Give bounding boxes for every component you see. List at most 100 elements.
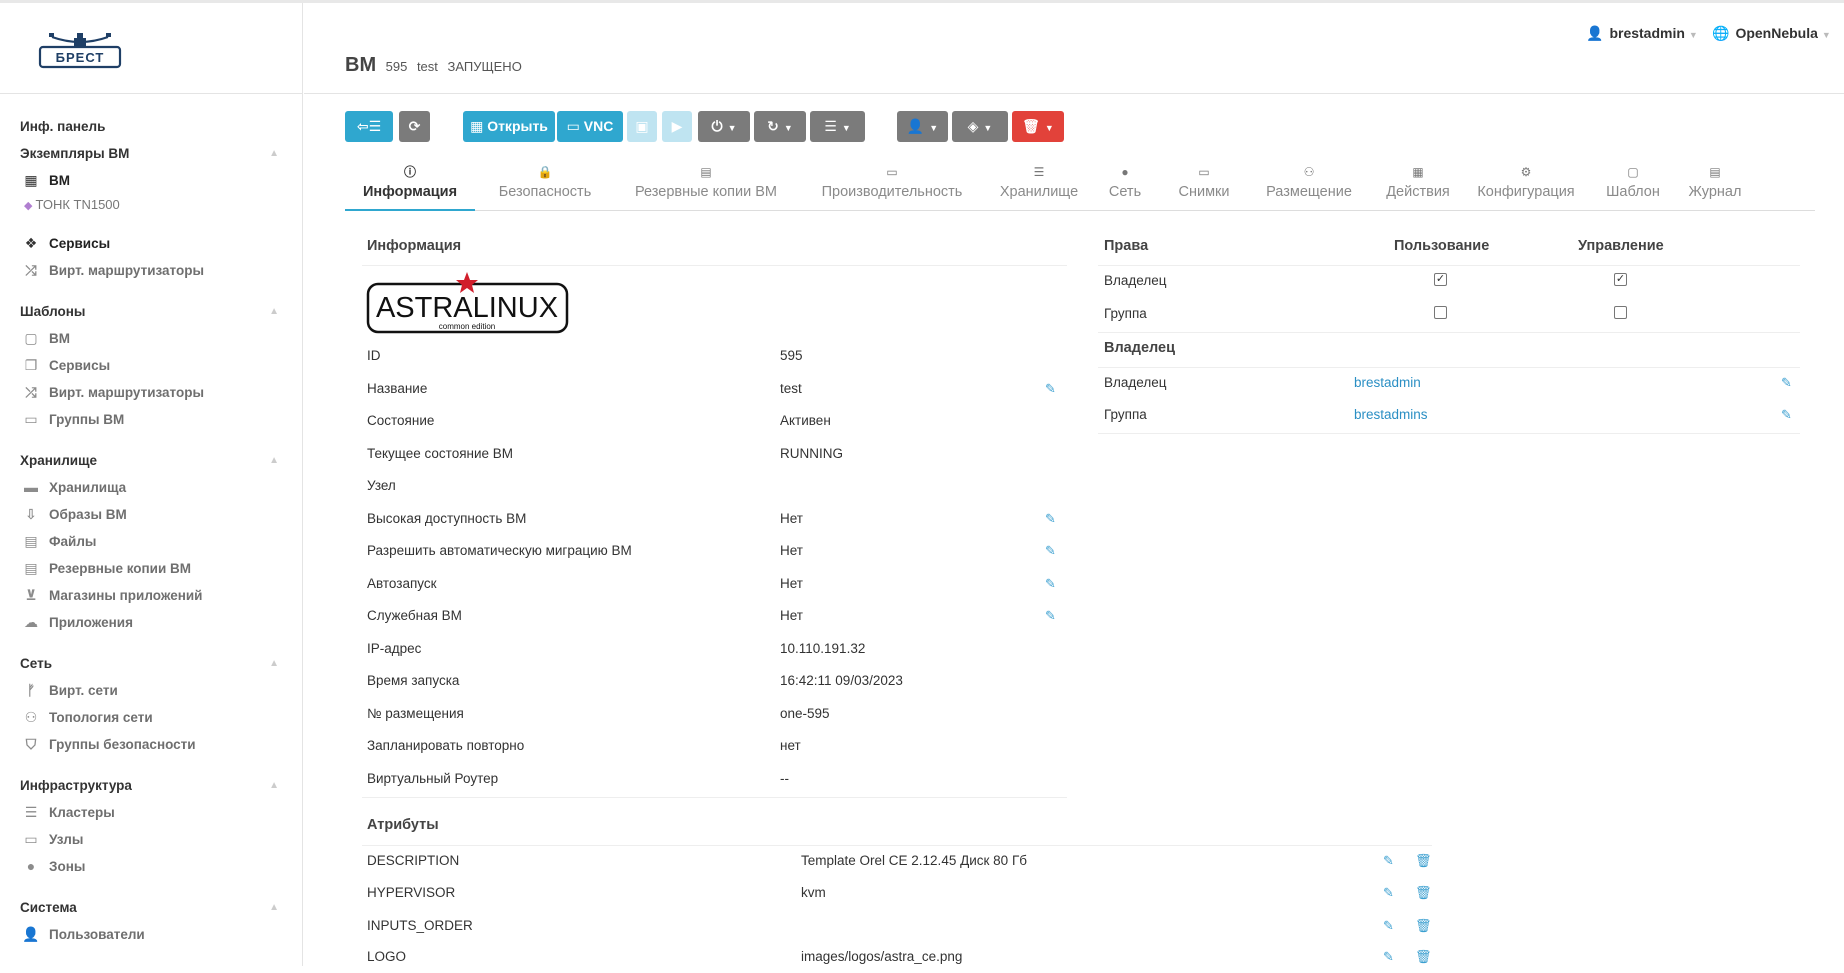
row-key: HYPERVISOR — [367, 885, 456, 900]
trash-icon[interactable]: 🗑 — [1415, 941, 1432, 973]
sidebar-item-services[interactable]: ❖ Сервисы — [20, 230, 283, 257]
edit-icon[interactable]: ✎ — [1383, 941, 1394, 973]
page-title: ВМ 595 test ЗАПУЩЕНО — [345, 54, 522, 77]
label: Топология сети — [49, 710, 153, 725]
sidebar-item-tpl-services[interactable]: ❐ Сервисы — [20, 352, 283, 379]
sidebar-item-tpl-vm[interactable]: ▢ ВМ — [20, 325, 283, 352]
sidebar-section-vm-instances[interactable]: Экземпляры ВМ ▲ — [20, 140, 283, 167]
owner-manage-checkbox[interactable]: ✓ — [1614, 273, 1627, 286]
zone-menu[interactable]: 🌐 OpenNebula ▼ — [1712, 25, 1831, 42]
trash-icon[interactable]: 🗑 — [1415, 910, 1432, 942]
edit-icon[interactable]: ✎ — [1045, 568, 1056, 600]
tab-network[interactable]: ● Сеть — [1090, 164, 1160, 211]
sidebar-item-hosts[interactable]: ▭ Узлы — [20, 826, 283, 853]
sidebar-item-vm[interactable]: ▦ ВМ — [20, 167, 283, 194]
reboot-button[interactable]: ↻ ▼ — [754, 111, 806, 142]
cubes-icon: ❖ — [24, 235, 38, 251]
perm-row-owner: Владелец — [1104, 265, 1804, 297]
label: Вирт. маршрутизаторы — [49, 263, 205, 278]
sidebar-item-backups[interactable]: ▤ Резервные копии ВМ — [20, 555, 283, 582]
zone-name: OpenNebula — [1735, 25, 1818, 41]
row-value: Нет — [780, 543, 803, 558]
chevron-up-icon: ▲ — [269, 455, 279, 466]
back-button[interactable]: ⇦☰ — [345, 111, 393, 142]
vnc-button[interactable]: ▭ VNC — [557, 111, 623, 142]
sidebar-section-infrastructure[interactable]: Инфраструктура ▲ — [20, 772, 283, 799]
delete-button[interactable]: 🗑 ▼ — [1012, 111, 1064, 142]
sidebar-item-zones[interactable]: ● Зоны — [20, 853, 283, 880]
sidebar-item-apps[interactable]: ☁ Приложения — [20, 609, 283, 636]
play-button[interactable]: ▶ — [662, 111, 692, 142]
info-title: Информация — [367, 238, 462, 254]
edit-icon[interactable]: ✎ — [1781, 399, 1792, 431]
caret-down-icon: ▼ — [727, 123, 737, 133]
edit-icon[interactable]: ✎ — [1383, 845, 1394, 877]
row-value: 16:42:11 09/03/2023 — [780, 673, 903, 688]
sidebar-item-datastores[interactable]: ▬ Хранилища — [20, 474, 283, 501]
row-value: 595 — [780, 348, 803, 363]
open-button[interactable]: ▦ Открыть — [463, 111, 555, 142]
tab-placement[interactable]: ⚇ Размещение — [1245, 164, 1373, 211]
vm-name: test — [416, 59, 438, 74]
group-link[interactable]: brestadmins — [1354, 399, 1428, 431]
trash-icon[interactable]: 🗑 — [1415, 877, 1432, 909]
save-button[interactable]: ▣ — [627, 111, 657, 142]
perms-title: Права — [1104, 238, 1149, 254]
sidebar-item-vnets[interactable]: ᚠ Вирт. сети — [20, 677, 283, 704]
owner-use-checkbox[interactable]: ✓ — [1434, 273, 1447, 286]
tab-backups[interactable]: ▤ Резервные копии ВМ — [615, 164, 797, 211]
tab-storage[interactable]: ☰ Хранилище — [989, 164, 1089, 211]
owner-link[interactable]: brestadmin — [1354, 367, 1421, 399]
tab-info[interactable]: ⓘ Информация — [345, 164, 475, 211]
label: Вирт. маршрутизаторы — [49, 385, 205, 400]
sidebar-item-clusters[interactable]: ☰ Кластеры — [20, 799, 283, 826]
tab-config[interactable]: ⚙ Конфигурация — [1461, 164, 1591, 211]
label: Резервные копии ВМ — [49, 561, 192, 576]
sidebar-item-secgroups[interactable]: ⛉ Группы безопасности — [20, 731, 283, 758]
edit-icon[interactable]: ✎ — [1045, 535, 1056, 567]
brest-logo[interactable]: БРЕСТ — [38, 33, 122, 77]
ownership-row-group: Группа brestadmins ✎ — [1104, 399, 1804, 431]
sidebar-item-topology[interactable]: ⚇ Топология сети — [20, 704, 283, 731]
sidebar-section-templates[interactable]: Шаблоны ▲ — [20, 298, 283, 325]
sidebar-section-network[interactable]: Сеть ▲ — [20, 650, 283, 677]
edit-icon[interactable]: ✎ — [1045, 373, 1056, 405]
tab-capacity[interactable]: ▭ Производительность — [801, 164, 983, 211]
edit-icon[interactable]: ✎ — [1383, 910, 1394, 942]
sidebar-item-users[interactable]: 👤 Пользователи — [20, 921, 283, 948]
tab-actions[interactable]: ▦ Действия — [1370, 164, 1466, 211]
label: Группы безопасности — [49, 737, 196, 752]
sidebar-item-marketplaces[interactable]: ⊻ Магазины приложений — [20, 582, 283, 609]
trash-icon[interactable]: 🗑 — [1415, 845, 1432, 877]
sidebar-item-dashboard[interactable]: Инф. панель — [20, 113, 283, 140]
row-value: Нет — [780, 608, 803, 623]
edit-icon[interactable]: ✎ — [1045, 503, 1056, 535]
sidebar-tag[interactable]: ◆ ТОНК TN1500 — [20, 194, 283, 216]
edit-icon[interactable]: ✎ — [1383, 877, 1394, 909]
tab-template[interactable]: ▢ Шаблон — [1593, 164, 1673, 211]
group-use-checkbox[interactable] — [1434, 306, 1447, 319]
group-manage-checkbox[interactable] — [1614, 306, 1627, 319]
owner-button[interactable]: 👤 ▼ — [897, 111, 948, 142]
tab-log[interactable]: ▤ Журнал — [1675, 164, 1755, 211]
sidebar-item-images[interactable]: ⇩ Образы ВМ — [20, 501, 283, 528]
sidebar-item-files[interactable]: ▤ Файлы — [20, 528, 283, 555]
labels-button[interactable]: ◈ ▼ — [952, 111, 1008, 142]
refresh-button[interactable]: ⟳ — [399, 111, 430, 142]
sidebar-item-tpl-groups[interactable]: ▭ Группы ВМ — [20, 406, 283, 433]
sidebar-item-tpl-vrouters[interactable]: ⤮ Вирт. маршрутизаторы — [20, 379, 283, 406]
tab-snapshots[interactable]: ▭ Снимки — [1159, 164, 1249, 211]
tab-security[interactable]: 🔒 Безопасность — [480, 164, 610, 211]
row-key: INPUTS_ORDER — [367, 918, 473, 933]
row-key: LOGO — [367, 949, 407, 964]
label: Кластеры — [49, 805, 115, 820]
sidebar-section-storage[interactable]: Хранилище ▲ — [20, 447, 283, 474]
edit-icon[interactable]: ✎ — [1045, 600, 1056, 632]
edit-icon[interactable]: ✎ — [1781, 367, 1792, 399]
sidebar-section-system[interactable]: Система ▲ — [20, 894, 283, 921]
row-value: RUNNING — [780, 446, 843, 461]
power-button[interactable]: ⏻ ▼ — [698, 111, 750, 142]
manage-button[interactable]: ☰ ▼ — [810, 111, 865, 142]
sidebar-item-vrouters[interactable]: ⤮ Вирт. маршрутизаторы — [20, 257, 283, 284]
user-menu[interactable]: 👤 brestadmin ▼ — [1586, 25, 1698, 42]
